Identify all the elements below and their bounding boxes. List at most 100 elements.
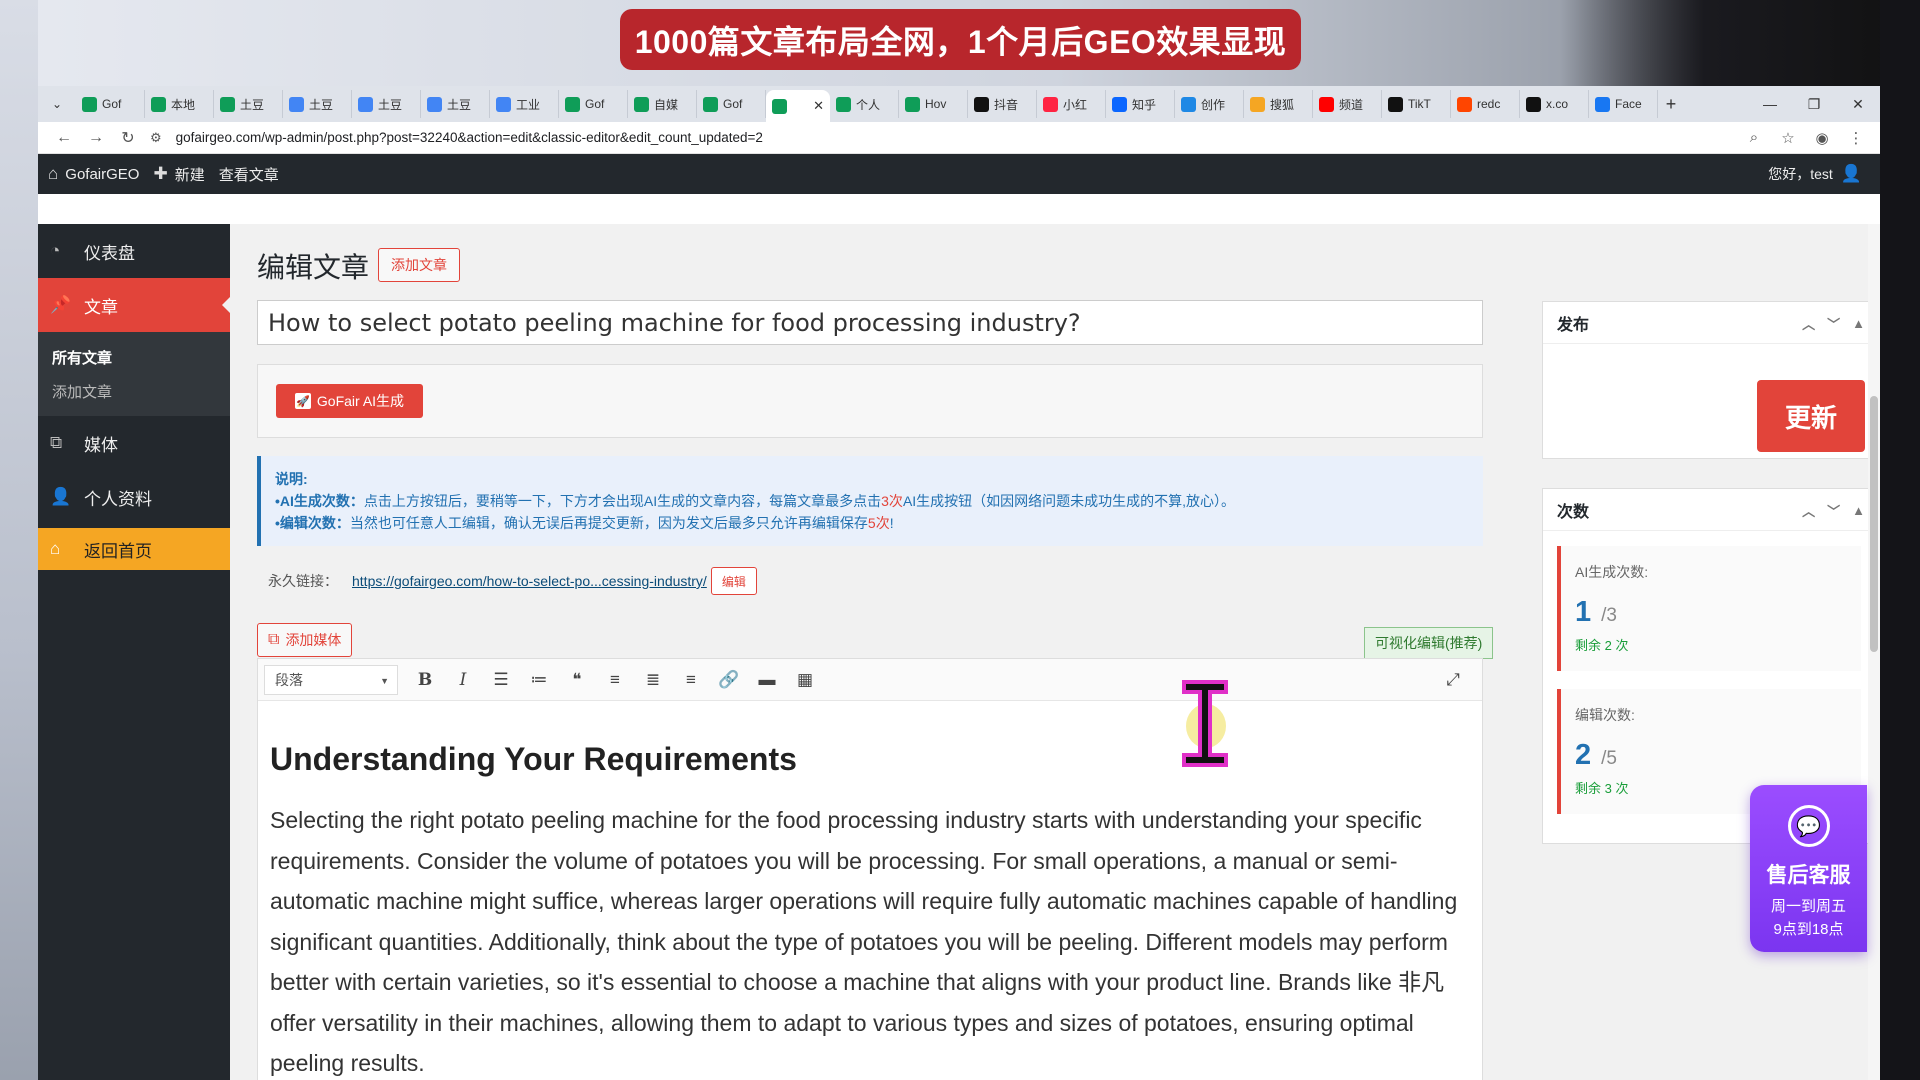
ai-count-remaining: 剩余 2 次 <box>1575 638 1629 653</box>
admin-bar-site[interactable]: ⌂ GofairGEO <box>48 164 139 184</box>
browser-tab[interactable]: 小红 <box>1037 90 1106 118</box>
home-icon: ⌂ <box>48 164 59 183</box>
browser-tab[interactable]: 土豆 <box>283 90 352 118</box>
site-settings-icon[interactable]: ⚙ <box>150 130 162 146</box>
format-select[interactable]: 段落 ▼ <box>264 664 398 695</box>
new-tab-icon[interactable]: + <box>1658 94 1684 115</box>
editor-body[interactable]: Understanding Your Requirements Selectin… <box>258 701 1482 1080</box>
scrollbar-thumb[interactable] <box>1870 396 1878 652</box>
admin-bar-new[interactable]: ✚ 新建 <box>153 164 204 185</box>
browser-window: ⌄ Gof 本地 土豆 土豆 土豆 土豆 工业 Gof 自媒 Gof ✕ 个人 Hov 抖音 小红 知乎 创作 搜… <box>38 86 1880 1080</box>
permalink-edit-button[interactable]: 编辑 <box>710 567 757 595</box>
numbered-list-icon[interactable]: ≔ <box>520 664 558 696</box>
browser-tab[interactable]: 创作 <box>1175 90 1244 118</box>
align-center-icon[interactable]: ≣ <box>634 664 672 696</box>
browser-tab[interactable]: x.co <box>1520 90 1589 118</box>
close-window-icon[interactable]: ✕ <box>1836 86 1880 122</box>
admin-bar-view-post[interactable]: 查看文章 <box>219 164 279 185</box>
browser-tab-label: redc <box>1477 97 1501 111</box>
browser-tab[interactable]: 土豆 <box>352 90 421 118</box>
browser-tab[interactable]: Face <box>1589 90 1658 118</box>
sidebar-item-posts[interactable]: 📌 文章 <box>38 278 230 332</box>
zoom-icon[interactable]: ⌕ <box>1740 129 1768 147</box>
sidebar-item-media[interactable]: ⧉ 媒体 <box>38 416 230 470</box>
browser-tab-label: 小红 <box>1063 97 1088 112</box>
restore-icon[interactable]: ❐ <box>1792 86 1836 122</box>
align-right-icon[interactable]: ≡ <box>672 664 710 696</box>
italic-icon[interactable]: I <box>444 664 482 696</box>
browser-tab[interactable]: Hov <box>899 90 968 118</box>
customer-service-widget[interactable]: 💬 售后客服 周一到周五 9点到18点 <box>1750 785 1867 952</box>
move-down-icon[interactable]: ﹀ <box>1827 314 1840 333</box>
close-tab-icon[interactable]: ✕ <box>813 98 824 114</box>
fullscreen-icon[interactable]: ⤢ <box>1438 665 1468 695</box>
url-field[interactable]: ⚙ gofairgeo.com/wp-admin/post.php?post=3… <box>150 130 1740 146</box>
green-sheet-icon <box>836 96 851 112</box>
permalink-link[interactable]: https://gofairgeo.com/how-to-select-po..… <box>352 573 707 589</box>
page-scrollbar[interactable] <box>1868 224 1880 1080</box>
bookmark-star-icon[interactable]: ☆ <box>1774 129 1802 147</box>
add-new-post-button[interactable]: 添加文章 <box>378 248 460 282</box>
browser-tab[interactable]: 个人 <box>830 90 899 118</box>
browser-tab[interactable]: Gof <box>559 90 628 118</box>
submenu-add-post[interactable]: 添加文章 <box>38 374 230 408</box>
add-media-button[interactable]: ⧉ 添加媒体 <box>257 623 353 657</box>
minimize-icon[interactable]: — <box>1748 86 1792 122</box>
link-icon[interactable]: 🔗 <box>710 664 748 696</box>
move-down-icon[interactable]: ﹀ <box>1827 501 1840 520</box>
browser-tab[interactable]: 搜狐 <box>1244 90 1313 118</box>
browser-tab[interactable]: Gof <box>697 90 766 118</box>
browser-tab[interactable]: 抖音 <box>968 90 1037 118</box>
move-up-icon[interactable]: ︿ <box>1802 314 1815 333</box>
read-more-icon[interactable]: ▬ <box>748 664 786 696</box>
toolbar-toggle-icon[interactable]: ▦ <box>786 664 824 696</box>
add-media-label: 添加媒体 <box>285 632 342 648</box>
update-button[interactable]: 更新 <box>1757 380 1865 452</box>
browser-tab-label: Gof <box>723 97 743 111</box>
browser-tab[interactable]: 知乎 <box>1106 90 1175 118</box>
move-up-icon[interactable]: ︿ <box>1802 501 1815 520</box>
submenu-all-posts[interactable]: 所有文章 <box>38 340 230 374</box>
ai-generate-button[interactable]: 🚀 GoFair AI生成 <box>276 384 423 418</box>
browser-tab[interactable]: 频道 <box>1313 90 1382 118</box>
ai-count-label: AI生成次数: <box>1575 564 1649 580</box>
browser-tab[interactable]: 自媒 <box>628 90 697 118</box>
sidebar-item-label: 仪表盘 <box>84 243 135 263</box>
back-icon[interactable]: ← <box>48 124 80 152</box>
reload-icon[interactable]: ↻ <box>112 124 144 152</box>
url-text: gofairgeo.com/wp-admin/post.php?post=322… <box>175 130 763 145</box>
tab-search-dropdown-icon[interactable]: ⌄ <box>46 93 68 115</box>
plus-icon: ✚ <box>153 164 168 183</box>
counts-title: 次数 <box>1557 503 1590 521</box>
browser-tab[interactable]: redc <box>1451 90 1520 118</box>
browser-tab[interactable]: 土豆 <box>214 90 283 118</box>
sidebar-item-dashboard[interactable]: ◔ 仪表盘 <box>38 224 230 278</box>
align-left-icon[interactable]: ≡ <box>596 664 634 696</box>
browser-menu-icon[interactable]: ⋮ <box>1842 129 1870 147</box>
browser-tab[interactable]: 工业 <box>490 90 559 118</box>
page-title: 编辑文章 <box>257 252 370 283</box>
bullet-list-icon[interactable]: ☰ <box>482 664 520 696</box>
post-title-input[interactable]: How to select potato peeling machine for… <box>257 300 1483 345</box>
browser-tab[interactable]: 土豆 <box>421 90 490 118</box>
media-icon: ⧉ <box>268 631 280 648</box>
bold-icon[interactable]: B <box>406 664 444 696</box>
x-icon <box>1526 96 1541 112</box>
notice-text: ! <box>889 515 894 531</box>
background-left <box>0 0 38 1080</box>
collapse-icon[interactable]: ▲ <box>1852 503 1865 518</box>
sidebar-item-home[interactable]: ⌂ 返回首页 <box>38 528 230 570</box>
admin-bar-account[interactable]: 您好，test 👤 <box>1768 154 1862 194</box>
blockquote-icon[interactable]: ❝ <box>558 664 596 696</box>
profile-icon[interactable]: ◉ <box>1808 129 1836 147</box>
visual-editor-tab[interactable]: 可视化编辑(推荐) <box>1364 627 1494 659</box>
browser-tab[interactable]: Gof <box>76 90 145 118</box>
forward-icon[interactable]: → <box>80 124 112 152</box>
browser-tab[interactable]: TikT <box>1382 90 1451 118</box>
browser-tab[interactable]: 本地 <box>145 90 214 118</box>
browser-tab-label: Gof <box>102 97 122 111</box>
collapse-icon[interactable]: ▲ <box>1852 316 1865 331</box>
sidebar-item-profile[interactable]: 👤 个人资料 <box>38 470 230 524</box>
browser-tab[interactable]: ✕ <box>766 90 830 122</box>
notice-label: •AI生成次数： <box>275 493 364 509</box>
